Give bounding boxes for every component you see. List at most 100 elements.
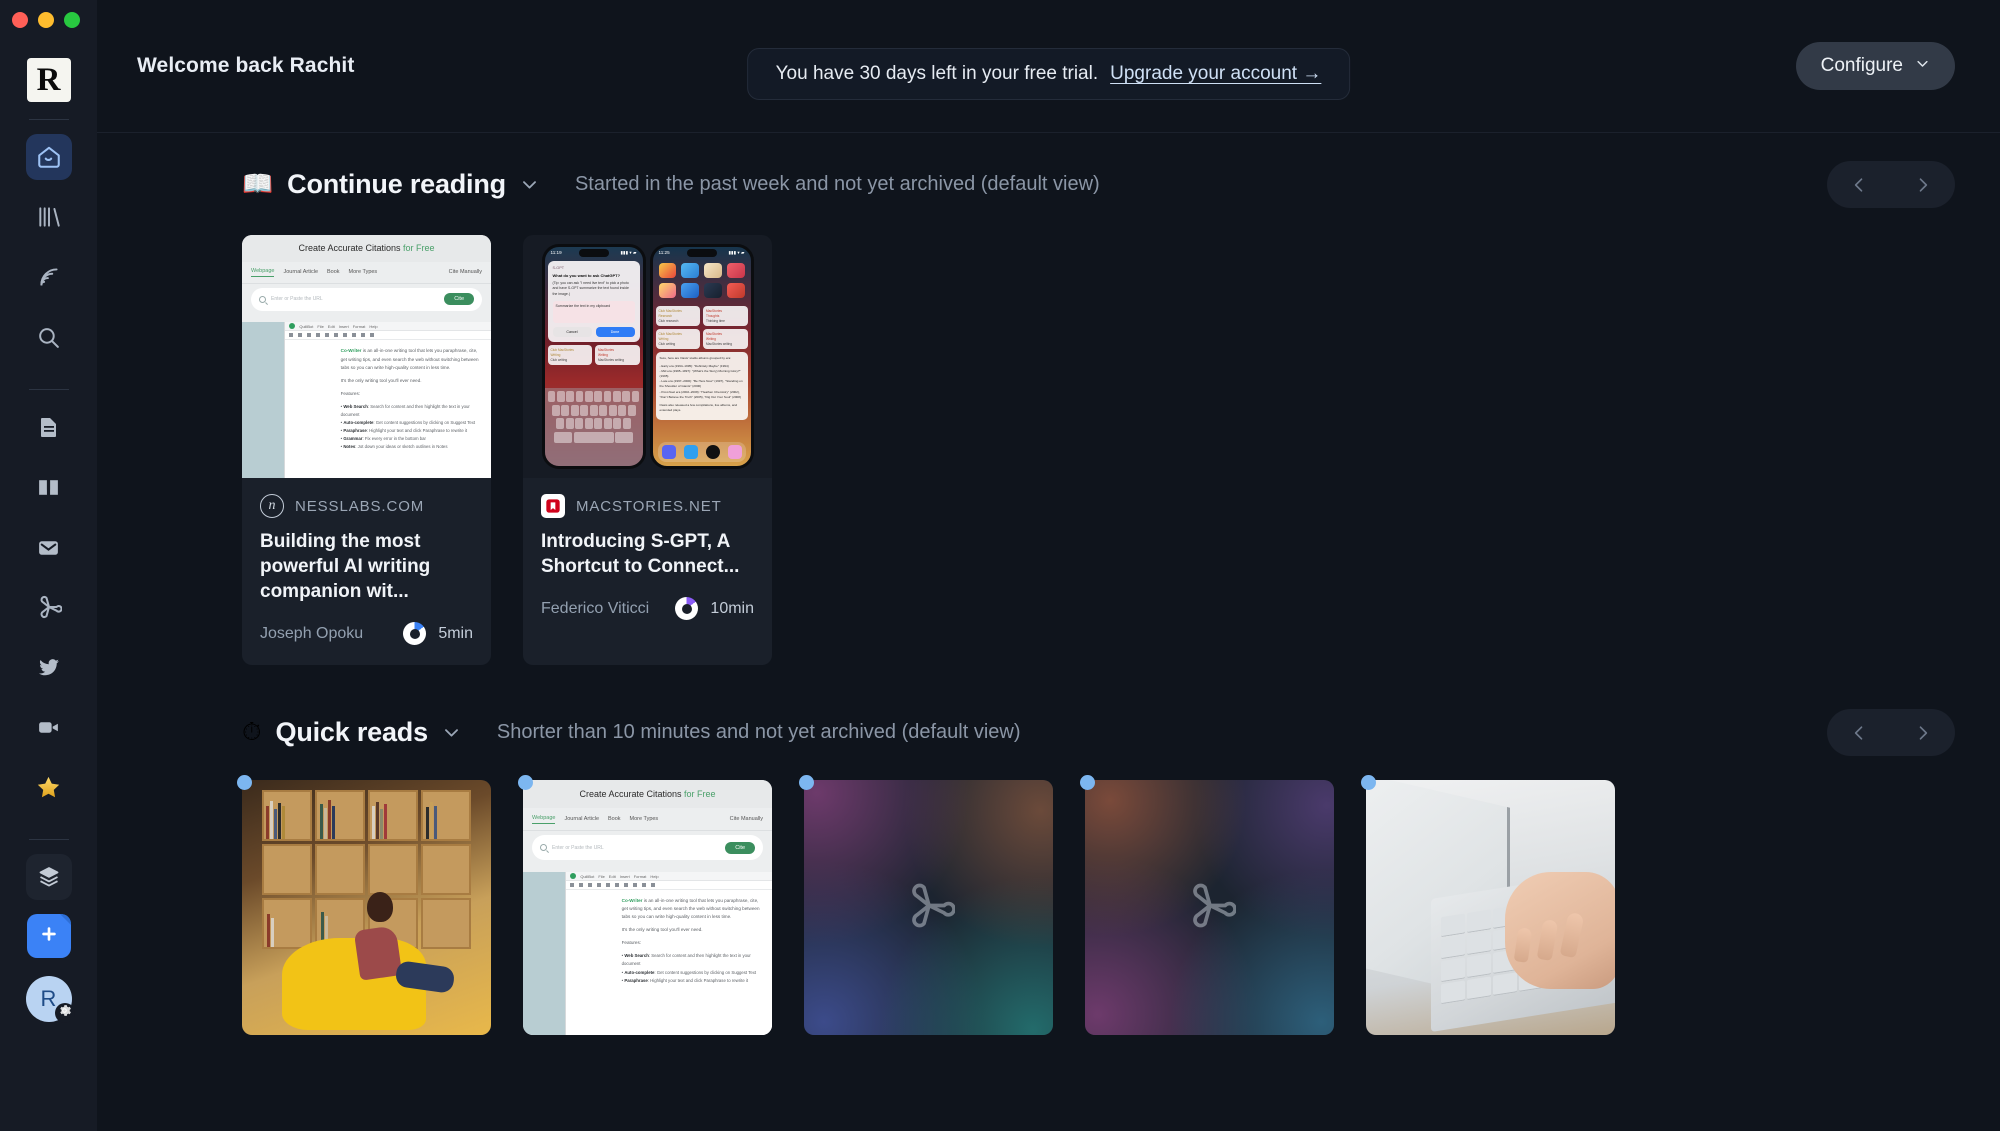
sidebar-divider bbox=[28, 119, 69, 120]
sidebar-item-feed[interactable] bbox=[26, 254, 72, 300]
welcome-message: Welcome back Rachit bbox=[137, 54, 355, 77]
library-icon bbox=[36, 204, 62, 230]
article-thumbnail: Create Accurate Citations for Free Webpa… bbox=[242, 235, 491, 478]
home-icon bbox=[36, 144, 62, 170]
reading-duration: 10min bbox=[710, 599, 754, 617]
minimize-window-button[interactable] bbox=[38, 12, 54, 28]
rss-feed-icon bbox=[36, 264, 62, 290]
section-subtitle: Started in the past week and not yet arc… bbox=[574, 173, 1100, 195]
configure-button[interactable]: Configure bbox=[1795, 42, 1955, 90]
article-source: n NESSLABS.COM bbox=[260, 494, 473, 518]
source-name: NESSLABS.COM bbox=[295, 497, 425, 515]
quillbot-screenshot-art: Create Accurate Citations for Free Webpa… bbox=[242, 235, 491, 478]
article-author: Joseph Opoku bbox=[260, 624, 364, 642]
chevron-left-icon[interactable] bbox=[1839, 713, 1879, 753]
clover-icon bbox=[1184, 879, 1237, 936]
article-meta: Joseph Opoku 5min bbox=[260, 622, 473, 646]
quillbot-screenshot-art: Create Accurate Citations for Free Webpa… bbox=[523, 780, 772, 1036]
configure-label: Configure bbox=[1820, 55, 1903, 76]
macstories-favicon bbox=[541, 494, 565, 518]
bookshelf-photo-art bbox=[242, 780, 491, 1036]
reading-progress: 10min bbox=[675, 597, 754, 621]
add-document-button[interactable] bbox=[26, 914, 71, 958]
article-thumbnail bbox=[1085, 780, 1334, 1036]
continue-reading-row: Create Accurate Citations for Free Webpa… bbox=[242, 235, 1955, 666]
app-window: R R Welcome back Rachit You have 30 days… bbox=[0, 0, 2000, 1131]
email-icon bbox=[36, 535, 61, 560]
sidebar-item-email[interactable] bbox=[26, 524, 72, 570]
main-content: Welcome back Rachit You have 30 days lef… bbox=[97, 0, 2000, 1131]
maximize-window-button[interactable] bbox=[64, 12, 80, 28]
article-thumbnail bbox=[804, 780, 1053, 1036]
sidebar-item-layers[interactable] bbox=[25, 854, 72, 900]
sidebar-item-shortcuts[interactable] bbox=[26, 584, 72, 630]
article-thumbnail: 11:19 ▮▮▮ ▾ ▰ S-GPT What do you want to a… bbox=[523, 235, 772, 478]
section-header: 📖 Continue reading Started in the past w… bbox=[242, 161, 1955, 208]
section-title: Continue reading bbox=[287, 169, 506, 199]
nesslabs-favicon: n bbox=[260, 494, 284, 518]
article-thumbnail bbox=[1366, 780, 1615, 1036]
upgrade-account-link[interactable]: Upgrade your account → bbox=[1110, 63, 1321, 85]
section-continue-reading: 📖 Continue reading Started in the past w… bbox=[97, 161, 2000, 666]
section-subtitle: Shorter than 10 minutes and not yet arch… bbox=[496, 721, 1021, 744]
chevron-down-icon[interactable] bbox=[442, 723, 461, 742]
clover-icon bbox=[36, 594, 62, 620]
iphone-screenshots-art: 11:19 ▮▮▮ ▾ ▰ S-GPT What do you want to a… bbox=[523, 235, 772, 478]
quick-read-card[interactable] bbox=[237, 775, 491, 1036]
book-icon bbox=[36, 475, 61, 500]
article-thumbnail bbox=[242, 780, 491, 1036]
chevron-down-icon[interactable] bbox=[520, 175, 539, 194]
article-title: Building the most powerful AI writing co… bbox=[260, 531, 431, 603]
article-author: Federico Viticci bbox=[541, 599, 650, 617]
chevron-left-icon[interactable] bbox=[1839, 165, 1879, 205]
gear-icon bbox=[57, 1003, 72, 1023]
chevron-right-icon[interactable] bbox=[1903, 165, 1943, 205]
sidebar: R R bbox=[0, 0, 97, 1131]
source-name: MACSTORIES.NET bbox=[576, 497, 722, 515]
twitter-icon bbox=[36, 655, 61, 680]
document-icon bbox=[37, 415, 61, 439]
book-emoji-icon: 📖 bbox=[242, 170, 274, 198]
article-card-body: MACSTORIES.NET Introducing S-GPT, A Shor… bbox=[523, 478, 772, 640]
sidebar-item-search[interactable] bbox=[26, 314, 72, 360]
article-thumbnail: Create Accurate Citations for Free Webpa… bbox=[523, 780, 772, 1036]
article-card[interactable]: 11:19 ▮▮▮ ▾ ▰ S-GPT What do you want to a… bbox=[523, 235, 772, 666]
sidebar-item-twitter[interactable] bbox=[26, 644, 72, 690]
quick-read-card[interactable] bbox=[1361, 775, 1615, 1036]
video-camera-icon bbox=[36, 715, 61, 740]
article-title: Introducing S-GPT, A Shortcut to Connect… bbox=[541, 531, 740, 578]
sidebar-item-starred[interactable] bbox=[26, 764, 72, 810]
trial-banner: You have 30 days left in your free trial… bbox=[746, 48, 1351, 100]
article-source: MACSTORIES.NET bbox=[541, 494, 754, 518]
section-title: Quick reads bbox=[275, 717, 429, 748]
carousel-nav bbox=[1827, 161, 1955, 208]
window-traffic-lights bbox=[12, 12, 80, 28]
article-card-body: n NESSLABS.COM Building the most powerfu… bbox=[242, 478, 491, 665]
reading-duration: 5min bbox=[438, 624, 473, 642]
sidebar-item-books[interactable] bbox=[26, 464, 72, 510]
article-meta: Federico Viticci 10min bbox=[541, 597, 754, 621]
article-card[interactable]: Create Accurate Citations for Free Webpa… bbox=[242, 235, 491, 666]
layers-icon bbox=[37, 865, 61, 889]
quick-read-card[interactable]: Create Accurate Citations for Free Webpa… bbox=[518, 775, 772, 1036]
sidebar-item-library[interactable] bbox=[26, 194, 72, 240]
user-profile-button[interactable]: R bbox=[25, 976, 75, 1023]
progress-ring-icon bbox=[675, 597, 699, 621]
settings-badge[interactable] bbox=[54, 1003, 75, 1023]
clover-icon bbox=[903, 879, 956, 936]
trial-message: You have 30 days left in your free trial… bbox=[775, 63, 1099, 84]
section-header: ⏱ Quick reads Shorter than 10 minutes an… bbox=[242, 709, 1955, 757]
close-window-button[interactable] bbox=[12, 12, 28, 28]
sidebar-divider-3 bbox=[28, 839, 69, 840]
stopwatch-emoji-icon: ⏱ bbox=[242, 718, 262, 747]
sidebar-item-videos[interactable] bbox=[26, 704, 72, 750]
sidebar-item-documents[interactable] bbox=[26, 404, 72, 450]
quick-read-card[interactable] bbox=[1080, 775, 1334, 1036]
sidebar-item-home[interactable] bbox=[25, 134, 72, 180]
top-bar: Welcome back Rachit You have 30 days lef… bbox=[97, 0, 2000, 133]
chevron-down-icon bbox=[1915, 55, 1930, 77]
carousel-nav bbox=[1827, 709, 1955, 757]
chevron-right-icon[interactable] bbox=[1903, 713, 1943, 753]
quick-read-card[interactable] bbox=[799, 775, 1053, 1036]
search-icon bbox=[36, 325, 61, 350]
